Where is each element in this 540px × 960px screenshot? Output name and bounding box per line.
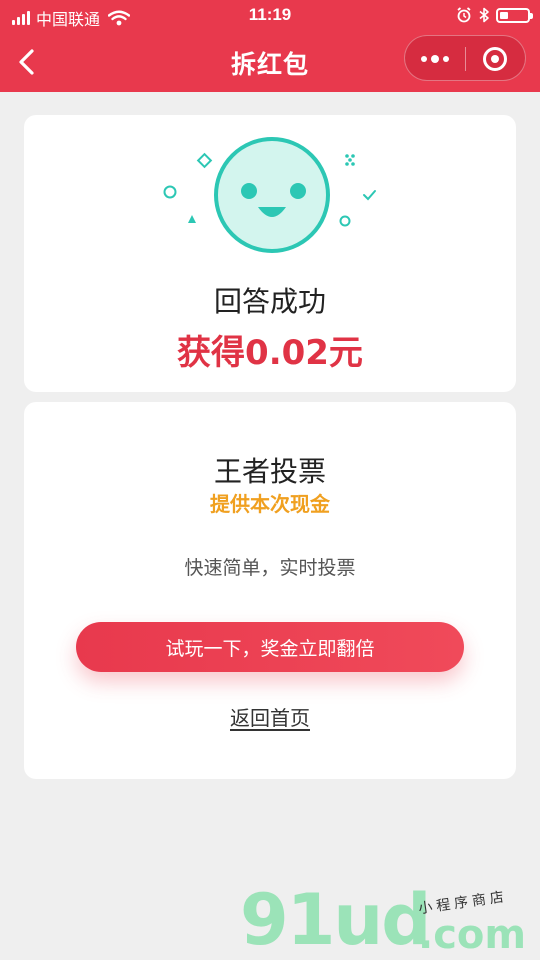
reward-amount: 获得0.02元 xyxy=(177,333,363,373)
watermark: 91ud .com 小程序商店 xyxy=(240,880,540,960)
close-mini-program-button[interactable] xyxy=(465,36,525,82)
status-right xyxy=(456,7,533,23)
status-bar: 中国联通 11:19 xyxy=(0,0,540,32)
more-button[interactable] xyxy=(405,36,465,82)
home-link-wrap: 返回首页 xyxy=(24,702,516,731)
watermark-domain: .com xyxy=(418,912,527,958)
promo-description: 快速简单，实时投票 xyxy=(184,557,356,579)
promo-card: 王者投票 提供本次现金 快速简单，实时投票 试玩一下，奖金立即翻倍 返回首页 xyxy=(24,402,516,779)
deco-circle-right xyxy=(339,215,351,227)
promo-subtitle: 提供本次现金 xyxy=(210,492,330,516)
bluetooth-icon xyxy=(479,7,489,23)
deco-check xyxy=(363,190,376,201)
back-home-link[interactable]: 返回首页 xyxy=(230,706,310,730)
smiley-face-icon xyxy=(163,137,376,253)
watermark-brand: 91ud xyxy=(240,879,431,960)
result-title: 回答成功 xyxy=(213,285,326,318)
deco-diamond xyxy=(196,152,213,169)
result-card: 回答成功 获得0.02元 xyxy=(24,115,516,392)
promo-title: 王者投票 xyxy=(213,455,326,488)
deco-triangle xyxy=(188,215,196,223)
face-eye-right xyxy=(290,183,306,199)
target-close-icon xyxy=(483,47,507,71)
face-eye-left xyxy=(241,183,257,199)
alarm-icon xyxy=(457,7,471,23)
more-dots-icon xyxy=(421,56,427,62)
mini-program-capsule xyxy=(404,35,526,81)
deco-dots xyxy=(345,154,355,166)
deco-circle-left xyxy=(163,185,177,199)
nav-bar: 拆红包 xyxy=(0,32,540,92)
battery-icon xyxy=(496,7,533,23)
face-circle xyxy=(214,137,330,253)
try-game-button[interactable]: 试玩一下，奖金立即翻倍 xyxy=(76,622,464,672)
